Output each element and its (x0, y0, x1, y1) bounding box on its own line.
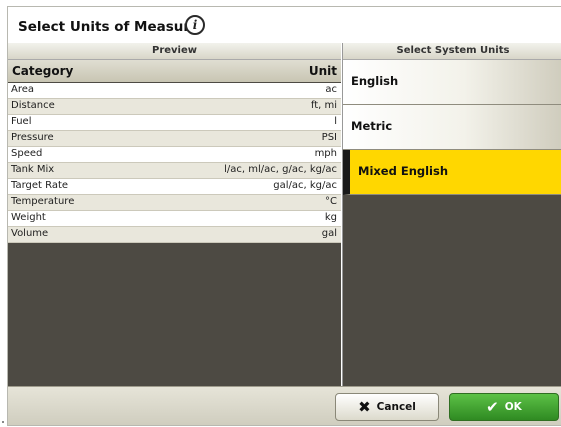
dialog-title-bar: Select Units of Measure i (8, 7, 561, 43)
cancel-button[interactable]: ✖ Cancel (335, 393, 439, 421)
row-category: Volume (11, 228, 49, 239)
system-units-panel: Select System Units English Metric Mixed… (342, 43, 561, 386)
row-unit: °C (325, 196, 337, 207)
cancel-label: Cancel (376, 401, 416, 413)
info-icon[interactable]: i (185, 15, 205, 35)
row-unit: ft, mi (310, 100, 337, 111)
row-category: Speed (11, 148, 43, 159)
preview-column-headers: Category Unit (8, 60, 341, 82)
ok-label: OK (504, 401, 522, 413)
table-row: Volume gal (8, 227, 341, 243)
preview-header: Preview (8, 43, 341, 60)
preview-panel: Preview Category Unit Area ac Distance ft,… (8, 43, 341, 386)
table-row: Speed mph (8, 147, 341, 163)
row-unit: gal/ac, kg/ac (273, 180, 337, 191)
row-category: Area (11, 84, 35, 95)
row-category: Temperature (11, 196, 75, 207)
row-category: Fuel (11, 116, 32, 127)
row-unit: mph (314, 148, 337, 159)
column-header-category: Category (12, 64, 74, 78)
preview-rows: Area ac Distance ft, mi Fuel l Pressure PSI … (8, 83, 341, 243)
table-row: Target Rate gal/ac, kg/ac (8, 179, 341, 195)
row-unit: PSI (321, 132, 337, 143)
row-category: Target Rate (11, 180, 69, 191)
option-mixed-english[interactable]: Mixed English (343, 150, 561, 195)
option-label: Metric (351, 119, 393, 133)
row-unit: l (334, 116, 337, 127)
table-row: Temperature °C (8, 195, 341, 211)
table-row: Pressure PSI (8, 131, 341, 147)
ok-button[interactable]: ✔ OK (449, 393, 559, 421)
table-row: Fuel l (8, 115, 341, 131)
table-row: Tank Mix l/ac, ml/ac, g/ac, kg/ac (8, 163, 341, 179)
table-row: Area ac (8, 83, 341, 99)
table-row: Weight kg (8, 211, 341, 227)
option-english[interactable]: English (343, 60, 561, 105)
row-category: Pressure (11, 132, 54, 143)
row-unit: l/ac, ml/ac, g/ac, kg/ac (224, 164, 337, 175)
system-units-header: Select System Units (343, 43, 561, 60)
units-dialog: Select Units of Measure i Preview Catego… (7, 6, 561, 426)
dialog-title: Select Units of Measure (18, 19, 200, 35)
row-category: Tank Mix (11, 164, 55, 175)
table-row: Distance ft, mi (8, 99, 341, 115)
row-category: Distance (11, 100, 55, 111)
dialog-footer: ✖ Cancel ✔ OK (8, 386, 561, 425)
option-label: Mixed English (358, 164, 449, 178)
row-unit: gal (321, 228, 337, 239)
option-metric[interactable]: Metric (343, 105, 561, 150)
close-icon: ✖ (358, 397, 371, 416)
row-category: Weight (11, 212, 46, 223)
row-unit: kg (324, 212, 337, 223)
corner-dot (2, 421, 4, 423)
option-label: English (351, 74, 399, 88)
checkmark-icon: ✔ (486, 397, 499, 416)
row-unit: ac (325, 84, 337, 95)
column-header-unit: Unit (308, 64, 337, 78)
